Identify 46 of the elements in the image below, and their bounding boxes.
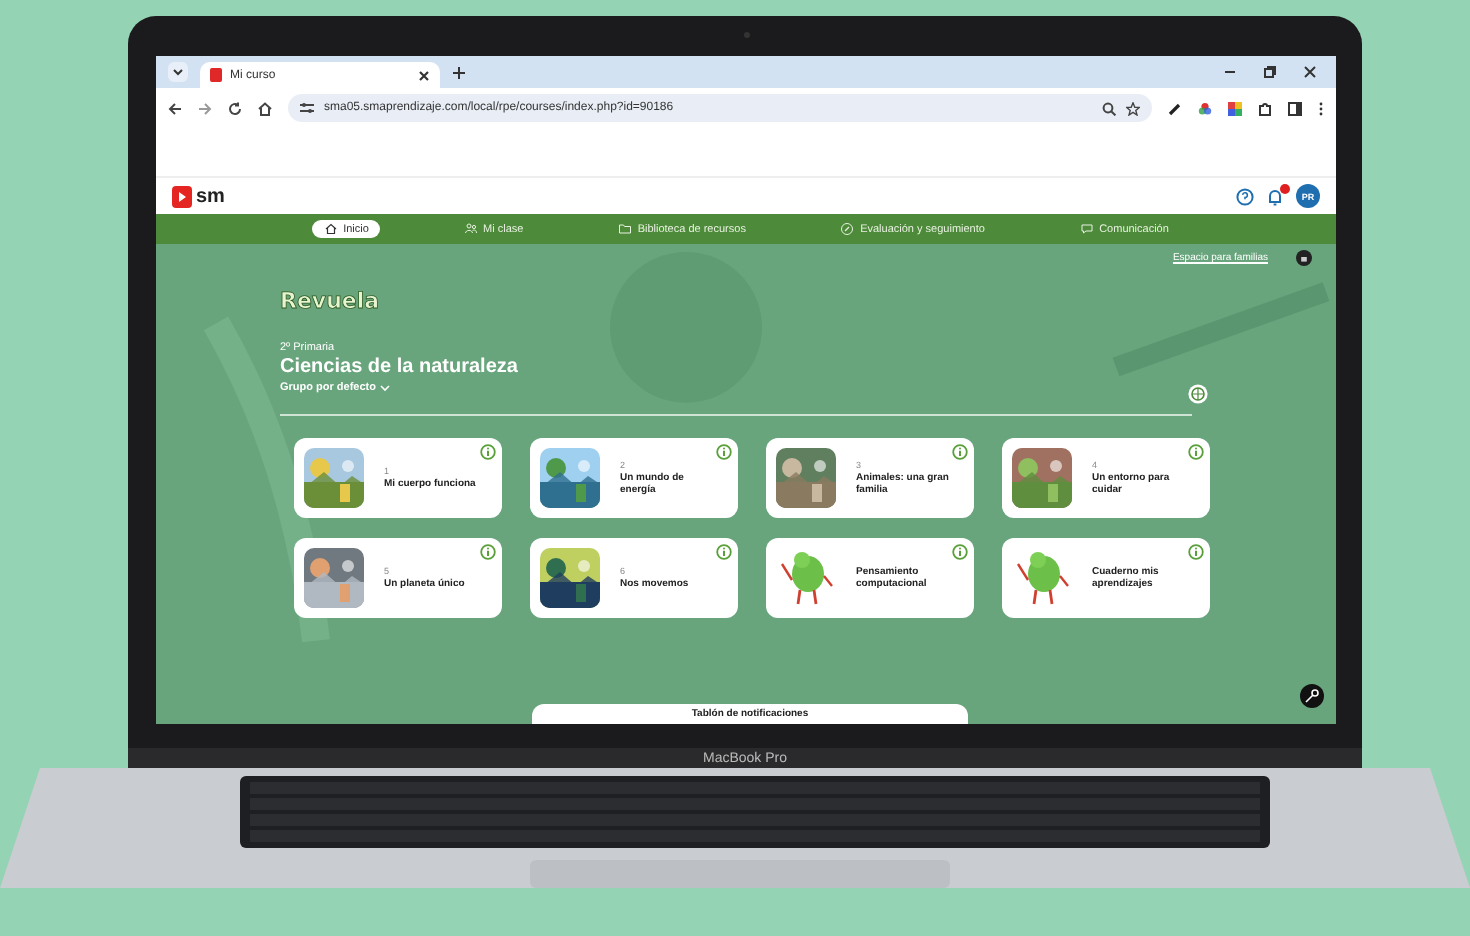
color-wheel-icon[interactable]: [1198, 101, 1212, 115]
help-icon[interactable]: [1236, 187, 1254, 205]
close-icon[interactable]: [418, 69, 430, 81]
site-settings-icon[interactable]: [300, 102, 314, 114]
globe-icon[interactable]: [1188, 384, 1208, 404]
side-panel-icon[interactable]: [1288, 101, 1302, 115]
info-icon[interactable]: [480, 444, 496, 460]
restore-icon[interactable]: [1264, 66, 1276, 78]
more-icon[interactable]: [1318, 101, 1324, 115]
tab-menu-button[interactable]: [168, 62, 188, 82]
play-logo-icon: [172, 185, 192, 207]
chat-icon: [1079, 222, 1094, 236]
mascot-drawing: [1012, 548, 1072, 608]
mascot-drawing: [776, 548, 836, 608]
info-icon[interactable]: [1188, 544, 1204, 560]
home-icon: [323, 222, 338, 236]
pencil-icon: [840, 222, 855, 236]
caret-icon: [172, 66, 184, 78]
new-tab-icon[interactable]: [452, 65, 466, 79]
forward-icon[interactable]: [198, 101, 212, 115]
info-icon[interactable]: [952, 544, 968, 560]
course-title: Ciencias de la naturaleza: [280, 356, 520, 378]
close-icon[interactable]: [1304, 66, 1316, 78]
back-icon[interactable]: [168, 101, 182, 115]
puzzle-icon[interactable]: [1258, 101, 1272, 115]
star-icon[interactable]: [1126, 101, 1140, 115]
site-favicon-icon: [210, 68, 222, 82]
bell-icon[interactable]: [1266, 187, 1284, 205]
brand-logo: Revuela: [280, 288, 380, 314]
info-icon[interactable]: [716, 544, 732, 560]
reload-icon[interactable]: [228, 101, 242, 115]
info-icon[interactable]: [716, 444, 732, 460]
pen-icon[interactable]: [1168, 101, 1182, 115]
zoom-icon[interactable]: [1102, 101, 1116, 115]
caret-icon: [379, 384, 390, 392]
extension-icon[interactable]: [1228, 101, 1242, 115]
info-icon[interactable]: [952, 444, 968, 460]
info-icon[interactable]: [1188, 444, 1204, 460]
info-icon[interactable]: [480, 544, 496, 560]
home-icon[interactable]: [258, 101, 272, 115]
brand-logo[interactable]: sm: [196, 185, 225, 207]
lock-icon[interactable]: [1296, 250, 1312, 266]
key-icon[interactable]: [1300, 684, 1324, 708]
minimize-icon[interactable]: [1224, 66, 1236, 78]
people-icon: [463, 222, 478, 236]
folder-icon: [617, 222, 632, 236]
